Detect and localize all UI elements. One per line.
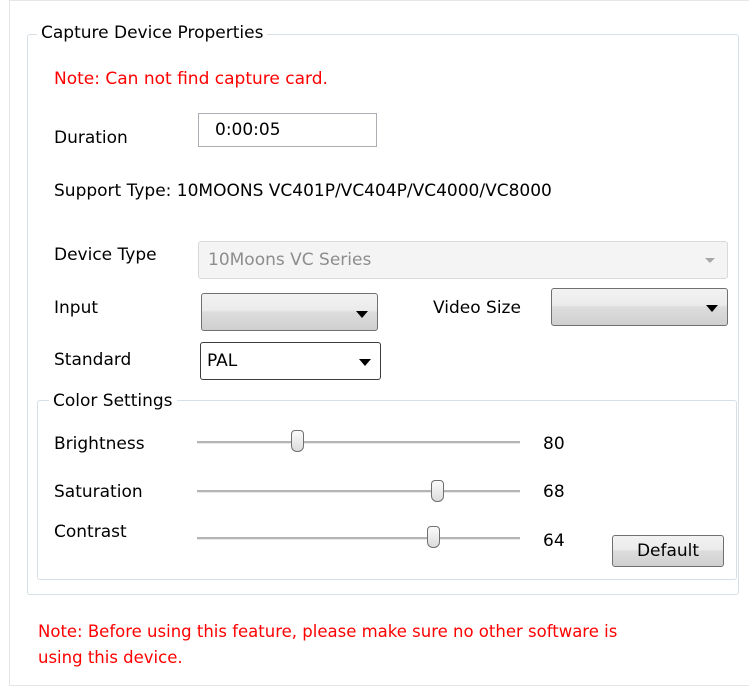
standard-select[interactable]: PAL [200, 342, 381, 380]
saturation-slider-track[interactable] [197, 490, 520, 493]
note-before-using-line2: using this device. [38, 648, 183, 667]
contrast-slider-track[interactable] [197, 537, 520, 540]
device-type-select[interactable]: 10Moons VC Series [198, 241, 728, 279]
video-size-label: Video Size [433, 298, 521, 318]
device-type-value: 10Moons VC Series [208, 250, 372, 270]
duration-label: Duration [54, 128, 128, 148]
default-button[interactable]: Default [612, 535, 724, 567]
contrast-value: 64 [543, 531, 565, 551]
duration-input[interactable]: 0:00:05 [198, 113, 377, 147]
note-capture-card: Note: Can not find capture card. [54, 69, 328, 89]
group-title: Capture Device Properties [37, 23, 268, 43]
support-type-text: Support Type: 10MOONS VC401P/VC404P/VC40… [54, 181, 552, 201]
saturation-label: Saturation [54, 482, 143, 502]
chevron-down-icon [356, 311, 368, 318]
saturation-slider-thumb[interactable] [431, 480, 444, 502]
standard-value: PAL [207, 351, 238, 371]
chevron-down-icon [706, 305, 718, 312]
input-select[interactable] [201, 293, 378, 331]
contrast-label: Contrast [54, 522, 127, 542]
input-label: Input [54, 298, 99, 318]
brightness-label: Brightness [54, 434, 145, 454]
note-before-using-line1: Note: Before using this feature, please … [38, 622, 618, 641]
chevron-down-icon [705, 258, 715, 263]
brightness-slider-thumb[interactable] [291, 430, 304, 452]
brightness-slider-track[interactable] [197, 441, 520, 444]
chevron-down-icon [359, 359, 371, 366]
video-size-select[interactable] [551, 288, 728, 326]
brightness-value: 80 [543, 434, 565, 454]
saturation-value: 68 [543, 482, 565, 502]
standard-label: Standard [54, 350, 132, 370]
device-type-label: Device Type [54, 245, 157, 265]
color-settings-title: Color Settings [49, 391, 177, 411]
contrast-slider-thumb[interactable] [427, 526, 440, 548]
